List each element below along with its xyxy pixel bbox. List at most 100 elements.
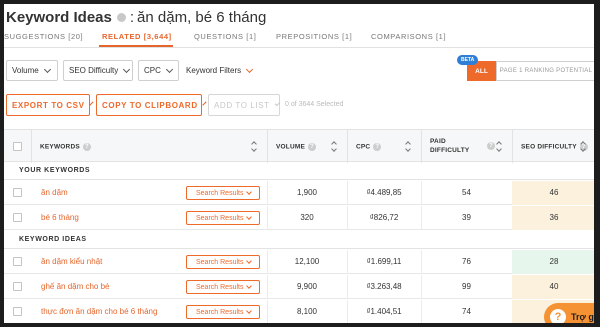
paid-difficulty-cell: 54 (462, 188, 471, 197)
column-volume-label: VOLUME? (276, 143, 317, 151)
volume-filter[interactable]: Volume (6, 60, 58, 81)
chevron-down-icon (246, 65, 254, 73)
seo-difficulty-cell: 36 (512, 206, 594, 230)
keyword-link[interactable]: ăn dặm kiểu nhật (41, 257, 102, 266)
table-row[interactable]: ăn dặm Search Results 1,900 ₫4.489,85 54… (4, 181, 594, 205)
sort-icon[interactable] (251, 140, 259, 154)
section-your-keywords: YOUR KEYWORDS (4, 162, 594, 180)
ranking-page1-toggle[interactable]: PAGE 1 RANKING POTENTIAL (496, 61, 594, 81)
volume-cell: 12,100 (294, 257, 320, 266)
column-seo-text: SEO DIFFICULTY (521, 143, 577, 151)
help-icon[interactable]: ? (308, 143, 317, 151)
search-results-button[interactable]: Search Results (186, 280, 260, 294)
sort-icon[interactable] (405, 140, 413, 154)
paid-difficulty-cell: 74 (462, 307, 471, 316)
chevron-down-icon (123, 65, 131, 73)
sort-icon[interactable] (331, 140, 339, 154)
paid-difficulty-cell: 39 (462, 213, 471, 222)
seo-difficulty-cell: 46 (512, 181, 594, 205)
row-checkbox[interactable] (13, 257, 22, 266)
export-csv-label: EXPORT TO CSV (12, 100, 85, 110)
help-icon[interactable]: ? (82, 143, 91, 151)
info-icon[interactable] (116, 12, 126, 22)
column-seo-difficulty-label: SEO DIFFICULTY? (521, 143, 588, 151)
keyword-link[interactable]: thực đơn ăn dặm cho bé 6 tháng (41, 307, 157, 316)
seo-difficulty-cell: 28 (512, 250, 594, 274)
chevron-down-icon (246, 189, 253, 195)
select-all-checkbox[interactable] (13, 142, 22, 151)
volume-filter-label: Volume (12, 66, 39, 75)
column-cpc[interactable]: CPC? (347, 130, 421, 163)
column-volume-text: VOLUME (276, 143, 306, 151)
table-row[interactable]: ghế ăn dặm cho bé Search Results 9,900 ₫… (4, 275, 594, 299)
copy-clipboard-button[interactable]: COPY TO CLIPBOARD (96, 94, 207, 116)
copy-clipboard-label: COPY TO CLIPBOARD (102, 100, 198, 110)
search-results-button[interactable]: Search Results (186, 211, 260, 225)
keyword-link[interactable]: ghế ăn dặm cho bé (41, 282, 110, 291)
search-results-button[interactable]: Search Results (186, 305, 260, 319)
column-paid-text-2: DIFFICULTY (430, 147, 470, 154)
seo-difficulty-filter[interactable]: SEO Difficulty (63, 60, 133, 81)
title-separator: : (129, 8, 135, 26)
row-checkbox[interactable] (13, 213, 22, 222)
volume-cell: 1,900 (296, 188, 318, 197)
cpc-filter-label: CPC (144, 66, 161, 75)
sort-icon[interactable] (580, 140, 588, 154)
page-title: Keyword Ideas : ăn dặm, bé 6 tháng (6, 6, 266, 28)
keyword-filters-label: Keyword Filters (186, 66, 242, 75)
chevron-down-icon (246, 258, 253, 264)
seo-difficulty-cell: 40 (512, 275, 594, 299)
section-keyword-ideas: KEYWORD IDEAS (4, 231, 594, 249)
search-results-button[interactable]: Search Results (186, 186, 260, 200)
help-chat-button[interactable]: ? Trợ giú (544, 303, 600, 323)
column-keywords[interactable]: KEYWORDS? (31, 130, 267, 163)
help-icon[interactable]: ? (373, 143, 382, 151)
table-row[interactable]: bé 6 tháng Search Results 320 ₫826,72 39… (4, 206, 594, 230)
cpc-cell: ₫1.404,51 (366, 307, 402, 316)
keyword-filters-button[interactable]: Keyword Filters (186, 65, 254, 75)
app-frame: Keyword Ideas : ăn dặm, bé 6 tháng SUGGE… (0, 0, 600, 327)
column-paid-difficulty[interactable]: PAID DIFFICULTY ? (421, 130, 512, 163)
search-results-label: Search Results (196, 308, 244, 316)
cpc-filter[interactable]: CPC (138, 60, 179, 81)
cpc-cell: ₫3.263,48 (366, 282, 402, 291)
column-paid-text-1: PAID (430, 138, 446, 145)
paid-difficulty-cell: 76 (462, 257, 471, 266)
column-cpc-label: CPC? (356, 143, 382, 151)
table-header: KEYWORDS? VOLUME? CPC? PAID DIFFICULTY ? … (4, 129, 594, 163)
search-results-button[interactable]: Search Results (186, 255, 260, 269)
keyword-link[interactable]: bé 6 tháng (41, 213, 79, 222)
export-csv-button[interactable]: EXPORT TO CSV (6, 94, 94, 116)
tab-questions[interactable]: QUESTIONS [1] (194, 32, 256, 41)
title-label: Keyword Ideas (6, 8, 112, 26)
keyword-link[interactable]: ăn dặm (41, 188, 68, 197)
sort-icon[interactable] (496, 140, 504, 154)
volume-cell: 8,100 (296, 307, 318, 316)
help-chat-label: Trợ giú (571, 312, 600, 322)
tab-suggestions[interactable]: SUGGESTIONS [20] (4, 32, 83, 41)
chevron-down-icon (246, 308, 253, 314)
add-to-list-button[interactable]: ADD TO LIST (208, 94, 281, 116)
help-icon[interactable]: ? (487, 142, 495, 150)
selected-count: 0 of 3644 Selected (285, 101, 344, 108)
row-checkbox[interactable] (13, 282, 22, 291)
column-cpc-text: CPC (356, 143, 371, 151)
beta-badge: BETA (457, 55, 479, 65)
table-row[interactable]: ăn dặm kiểu nhật Search Results 12,100 ₫… (4, 250, 594, 274)
tab-comparisons[interactable]: COMPARISONS [1] (371, 32, 446, 41)
column-keywords-text: KEYWORDS (40, 143, 80, 151)
table-row[interactable]: thực đơn ăn dặm cho bé 6 tháng Search Re… (4, 300, 594, 323)
chevron-down-icon (202, 101, 207, 106)
tab-bar: SUGGESTIONS [20] RELATED [3,644] QUESTIO… (4, 28, 594, 48)
tab-related[interactable]: RELATED [3,644] (102, 32, 172, 41)
tab-prepositions[interactable]: PREPOSITIONS [1] (276, 32, 352, 41)
help-icon: ? (550, 309, 566, 323)
column-keywords-label: KEYWORDS? (40, 143, 91, 151)
chevron-down-icon (43, 65, 51, 73)
row-checkbox[interactable] (13, 307, 22, 316)
column-seo-difficulty[interactable]: SEO DIFFICULTY? (512, 130, 594, 163)
volume-cell: 320 (300, 213, 314, 222)
chevron-down-icon (246, 214, 253, 220)
column-volume[interactable]: VOLUME? (267, 130, 347, 163)
row-checkbox[interactable] (13, 188, 22, 197)
